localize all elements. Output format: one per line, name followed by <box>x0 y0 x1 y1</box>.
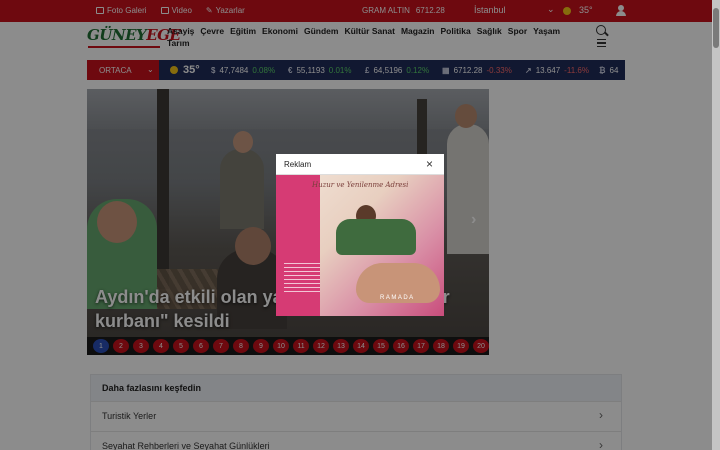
scrollbar-thumb[interactable] <box>713 8 719 48</box>
ad-banner[interactable]: Huzur ve Yenilenme Adresi RAMADA <box>276 175 444 316</box>
ad-graphic <box>276 175 320 316</box>
ad-modal-title: Reklam <box>284 160 312 169</box>
ad-graphic <box>284 263 320 293</box>
ad-brand: RAMADA <box>380 295 415 301</box>
ad-title: Huzur ve Yenilenme Adresi <box>312 181 409 189</box>
ad-modal-header: Reklam × <box>276 154 444 175</box>
close-icon[interactable]: × <box>426 157 433 171</box>
scrollbar[interactable] <box>712 0 720 450</box>
ad-graphic <box>336 219 416 255</box>
ad-modal: Reklam × Huzur ve Yenilenme Adresi RAMAD… <box>276 154 444 316</box>
